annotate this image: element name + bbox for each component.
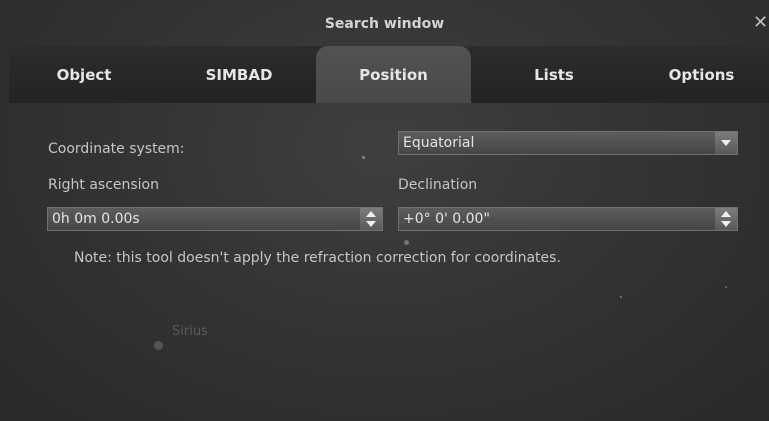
tab-position[interactable]: Position — [316, 46, 471, 103]
spin-down-icon[interactable] — [721, 221, 731, 227]
tab-options[interactable]: Options — [634, 46, 769, 103]
declination-spinner[interactable] — [715, 208, 737, 230]
declination-field[interactable]: +0° 0' 0.00" — [398, 207, 738, 231]
tab-lists[interactable]: Lists — [479, 46, 629, 103]
coordinate-system-label: Coordinate system: — [48, 141, 185, 157]
title-bar: Search window ✕ — [0, 0, 769, 42]
tab-simbad[interactable]: SIMBAD — [164, 46, 314, 103]
tab-label: Lists — [534, 66, 574, 84]
close-icon[interactable]: ✕ — [753, 14, 768, 32]
coordinate-system-dropdown[interactable]: Equatorial — [398, 131, 738, 155]
tab-label: SIMBAD — [205, 66, 273, 84]
tab-label: Options — [668, 66, 735, 84]
right-ascension-label: Right ascension — [48, 177, 159, 193]
tab-bar: Object SIMBAD Position Lists Options — [9, 46, 769, 103]
window-title: Search window — [324, 16, 445, 32]
search-window: Sirius Search window ✕ Object SIMBAD Pos… — [0, 0, 769, 421]
position-panel: Coordinate system: Equatorial Right asce… — [9, 103, 769, 421]
tab-label: Position — [359, 66, 428, 84]
chevron-down-icon[interactable] — [715, 132, 737, 154]
right-ascension-field[interactable]: 0h 0m 0.00s — [47, 207, 383, 231]
tab-label: Object — [56, 66, 112, 84]
right-ascension-value: 0h 0m 0.00s — [52, 211, 140, 227]
coordinate-system-value: Equatorial — [403, 135, 475, 151]
declination-value: +0° 0' 0.00" — [403, 211, 490, 227]
declination-label: Declination — [398, 177, 478, 193]
spin-up-icon[interactable] — [721, 211, 731, 217]
spin-down-icon[interactable] — [366, 221, 376, 227]
tab-object[interactable]: Object — [9, 46, 159, 103]
refraction-note: Note: this tool doesn't apply the refrac… — [74, 250, 561, 266]
spin-up-icon[interactable] — [366, 211, 376, 217]
right-ascension-spinner[interactable] — [360, 208, 382, 230]
